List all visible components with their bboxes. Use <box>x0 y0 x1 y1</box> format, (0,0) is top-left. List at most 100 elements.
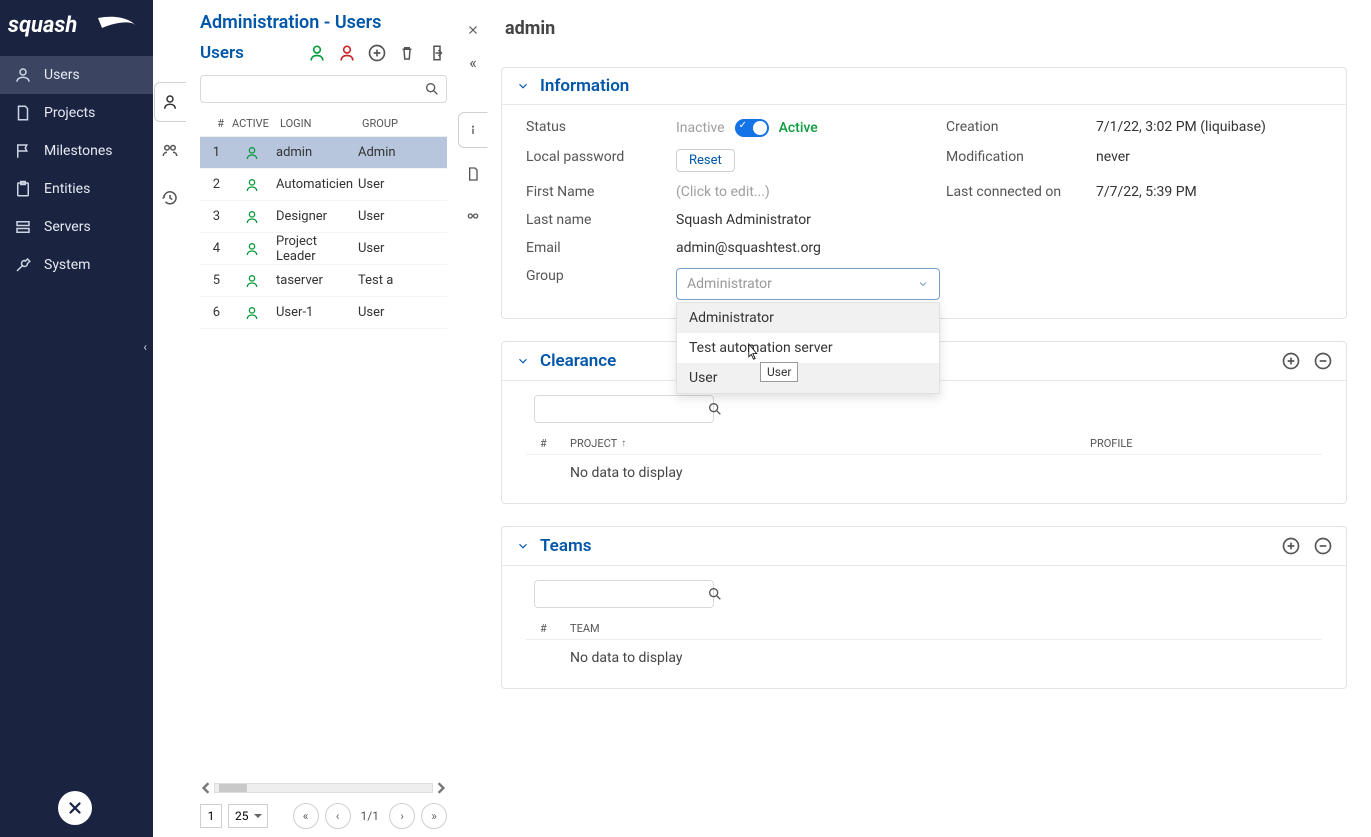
chevron-down-icon[interactable] <box>516 79 530 93</box>
col-num[interactable]: # <box>204 117 232 130</box>
users-toolbar <box>307 43 447 63</box>
clearance-search-input[interactable] <box>541 402 707 417</box>
tooltip: User <box>760 362 798 382</box>
scroll-right-icon[interactable] <box>435 782 447 794</box>
table-row[interactable]: 5 taserver Test a <box>200 265 447 297</box>
firstname-label: First Name <box>526 184 666 200</box>
close-detail-button[interactable] <box>461 18 485 42</box>
nav-entities[interactable]: Entities <box>0 170 153 208</box>
sidebar-collapse-icon[interactable]: ‹ <box>143 340 147 354</box>
add-team-button[interactable] <box>1280 535 1302 557</box>
col-login[interactable]: LOGIN <box>280 117 362 130</box>
nav-label: Entities <box>44 181 90 197</box>
server-icon <box>14 218 32 236</box>
sort-asc-icon: ↑ <box>621 438 626 449</box>
firstname-field[interactable]: (Click to edit...) <box>676 184 936 200</box>
remove-clearance-button[interactable] <box>1312 350 1334 372</box>
reset-password-button[interactable]: Reset <box>676 149 735 172</box>
table-row[interactable]: 1 admin Admin <box>200 137 447 169</box>
nav-system[interactable]: System <box>0 246 153 284</box>
table-row[interactable]: 2 Automaticien User <box>200 169 447 201</box>
active-icon <box>244 177 260 193</box>
users-search-input[interactable] <box>207 82 424 97</box>
scroll-left-icon[interactable] <box>200 782 212 794</box>
lastname-field[interactable]: Squash Administrator <box>676 212 1322 228</box>
group-option-user[interactable]: User <box>677 363 939 393</box>
secondary-tab-history[interactable] <box>154 178 186 218</box>
user-icon <box>14 66 32 84</box>
active-icon <box>244 305 260 321</box>
page-size-select[interactable]: 25 <box>228 804 268 828</box>
table-row[interactable]: 4 Project Leader User <box>200 233 447 265</box>
wrench-icon <box>14 256 32 274</box>
nav-milestones[interactable]: Milestones <box>0 132 153 170</box>
active-icon <box>244 273 260 289</box>
table-row[interactable]: 6 User-1 User <box>200 297 447 329</box>
col-group[interactable]: GROUP <box>362 117 447 130</box>
teams-search-input[interactable] <box>541 587 707 602</box>
group-select[interactable]: Administrator <box>676 268 940 300</box>
users-table-header: # ACTIVE LOGIN GROUP <box>200 111 447 137</box>
status-toggle[interactable] <box>735 119 769 137</box>
activate-user-icon[interactable] <box>307 43 327 63</box>
page-input[interactable] <box>200 804 222 828</box>
prev-page-button[interactable]: ‹ <box>325 803 351 829</box>
add-user-icon[interactable] <box>367 43 387 63</box>
detail-tab-info[interactable] <box>458 112 488 148</box>
users-search[interactable] <box>200 75 447 103</box>
col-active[interactable]: ACTIVE <box>232 117 280 130</box>
active-icon <box>244 209 260 225</box>
nav-projects[interactable]: Projects <box>0 94 153 132</box>
search-icon <box>424 81 440 97</box>
table-row[interactable]: 3 Designer User <box>200 201 447 233</box>
sidebar-close-button[interactable] <box>58 791 92 825</box>
creation-value: 7/1/22, 3:02 PM (liquibase) <box>1096 119 1322 137</box>
teams-card: Teams # TEAM No data to display <box>501 526 1347 689</box>
remove-team-button[interactable] <box>1312 535 1334 557</box>
localpw-label: Local password <box>526 149 666 172</box>
svg-text:squash: squash <box>8 13 77 38</box>
secondary-tab-team[interactable] <box>154 130 186 170</box>
flag-icon <box>14 142 32 160</box>
email-label: Email <box>526 240 666 256</box>
last-page-button[interactable]: » <box>421 803 447 829</box>
no-data-message: No data to display <box>526 640 1322 670</box>
secondary-tab-user[interactable] <box>154 82 186 122</box>
nav-label: Projects <box>44 105 95 121</box>
status-value: Inactive Active <box>676 119 936 137</box>
lastname-label: Last name <box>526 212 666 228</box>
detail-tab-team[interactable] <box>458 200 488 236</box>
teams-search[interactable] <box>534 580 714 608</box>
nav-label: Users <box>44 67 80 83</box>
clearance-search[interactable] <box>534 395 714 423</box>
nav-label: Servers <box>44 219 91 235</box>
page-title: Administration - Users <box>200 12 447 33</box>
detail-title: admin <box>505 18 1347 39</box>
horizontal-scrollbar[interactable] <box>200 781 447 795</box>
app-logo: squash <box>0 0 153 56</box>
next-page-button[interactable]: › <box>389 803 415 829</box>
email-field[interactable]: admin@squashtest.org <box>676 240 1322 256</box>
detail-tab-doc[interactable] <box>458 156 488 192</box>
nav-label: System <box>44 257 90 273</box>
search-icon <box>707 401 723 417</box>
delete-user-icon[interactable] <box>397 43 417 63</box>
active-icon <box>244 145 260 161</box>
group-option-taserver[interactable]: Test automation server <box>677 333 939 363</box>
creation-label: Creation <box>946 119 1086 137</box>
add-clearance-button[interactable] <box>1280 350 1302 372</box>
nav-servers[interactable]: Servers <box>0 208 153 246</box>
pagination: 25 « ‹ 1/1 › » <box>200 801 447 831</box>
users-table-body: 1 admin Admin 2 Automaticien User 3 Desi… <box>200 137 447 781</box>
deactivate-user-icon[interactable] <box>337 43 357 63</box>
group-option-administrator[interactable]: Administrator <box>677 303 939 333</box>
chevron-down-icon[interactable] <box>516 354 530 368</box>
export-icon[interactable] <box>427 43 447 63</box>
first-page-button[interactable]: « <box>293 803 319 829</box>
nav-users[interactable]: Users <box>0 56 153 94</box>
detail-panel: « admin Information Status Inactive <box>455 0 1371 837</box>
collapse-detail-button[interactable]: « <box>461 50 485 74</box>
chevron-down-icon[interactable] <box>516 539 530 553</box>
modification-label: Modification <box>946 149 1086 172</box>
card-title: Information <box>540 76 629 96</box>
